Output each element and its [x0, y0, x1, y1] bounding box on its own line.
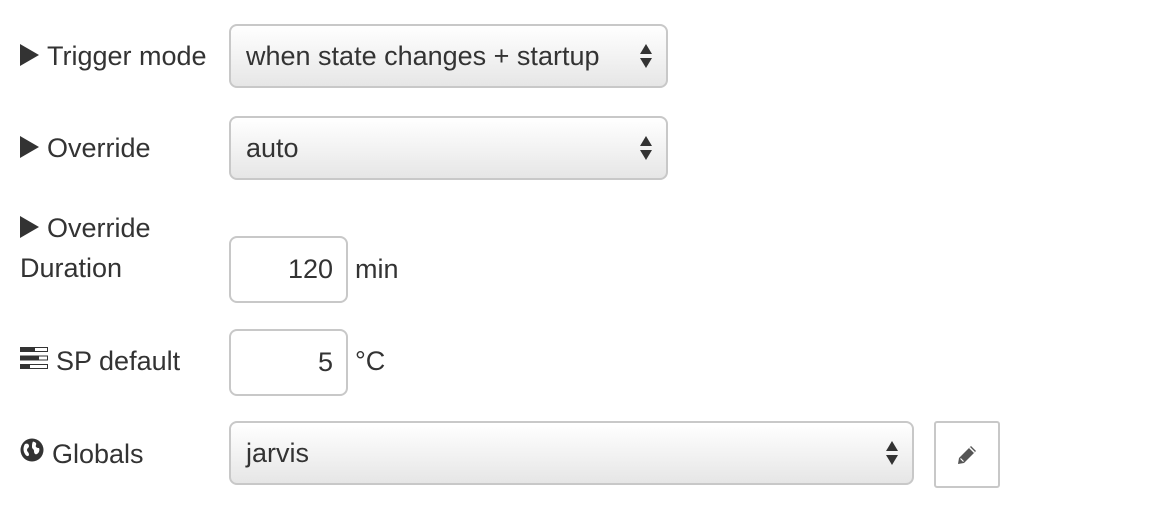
trigger-mode-select[interactable]: when state changes + startup [229, 24, 668, 88]
sp-default-label: SP default [20, 341, 180, 383]
override-duration-input[interactable] [229, 236, 348, 303]
globals-select-value: jarvis [246, 438, 310, 468]
trigger-mode-label-text: Trigger mode [47, 41, 207, 71]
select-arrows-icon [640, 136, 654, 162]
override-duration-label-line1: Override [47, 213, 151, 243]
edit-globals-button[interactable] [934, 421, 1000, 488]
globals-label-text: Globals [52, 439, 144, 469]
caret-right-icon [20, 135, 39, 158]
override-select-value: auto [246, 133, 299, 163]
override-label-text: Override [47, 133, 151, 163]
globe-icon [20, 433, 44, 473]
select-arrows-icon [886, 441, 900, 467]
node-config-form: Trigger mode when state changes + startu… [0, 0, 1158, 510]
select-arrows-icon [640, 44, 654, 70]
caret-right-icon [20, 215, 39, 238]
globals-label: Globals [20, 434, 144, 476]
trigger-mode-select-value: when state changes + startup [246, 41, 600, 71]
override-label: Override [20, 128, 151, 168]
trigger-mode-label: Trigger mode [20, 36, 207, 76]
sp-default-input[interactable] [229, 329, 348, 396]
tasks-icon [20, 340, 48, 380]
sp-default-label-text: SP default [56, 346, 181, 376]
override-select[interactable]: auto [229, 116, 668, 180]
override-duration-unit: min [355, 254, 399, 284]
pencil-icon [958, 446, 976, 464]
override-duration-label: Override [20, 208, 151, 248]
caret-right-icon [20, 43, 39, 66]
override-duration-label-line2: Duration [20, 253, 123, 283]
sp-default-unit: °C [355, 346, 386, 376]
globals-select[interactable]: jarvis [229, 421, 914, 485]
